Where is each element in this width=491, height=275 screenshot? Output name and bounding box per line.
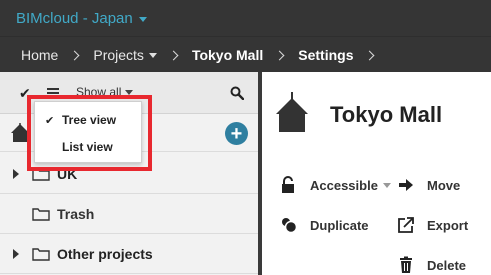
menu-item-label: List view: [62, 140, 113, 154]
chevron-right-icon: [168, 50, 179, 60]
search-icon[interactable]: [230, 86, 244, 100]
show-filter-label: Show all: [76, 85, 122, 99]
chevron-right-icon: [274, 50, 285, 60]
menu-item-tree-view[interactable]: ✔ Tree view: [35, 107, 143, 133]
breadcrumb-home[interactable]: Home: [21, 47, 58, 63]
menu-item-list-view[interactable]: List view: [35, 134, 143, 160]
add-project-button[interactable]: +: [225, 122, 248, 145]
chevron-down-icon: [148, 52, 157, 58]
export-button[interactable]: Export: [397, 216, 468, 234]
delete-button[interactable]: Delete: [397, 256, 466, 274]
breadcrumb-projects-label: Projects: [93, 47, 144, 63]
chevron-down-icon: [382, 182, 391, 188]
breadcrumb-project[interactable]: Tokyo Mall: [192, 47, 263, 63]
unlock-icon: [280, 176, 298, 194]
tree-row-label: Other projects: [57, 245, 153, 262]
folder-icon: [32, 167, 50, 181]
tree-row-label: Trash: [57, 205, 95, 222]
server-selector[interactable]: BIMcloud - Japan: [16, 10, 147, 27]
expand-arrow-icon[interactable]: [13, 168, 19, 179]
project-house-icon: [11, 123, 29, 142]
breadcrumb-projects[interactable]: Projects: [93, 47, 157, 63]
server-name: BIMcloud - Japan: [16, 10, 133, 27]
move-button[interactable]: Move: [397, 176, 460, 194]
project-title: Tokyo Mall: [330, 102, 443, 127]
folder-icon: [32, 247, 50, 261]
expand-arrow-icon[interactable]: [13, 248, 19, 259]
breadcrumb-settings[interactable]: Settings: [298, 47, 353, 63]
top-bar: BIMcloud - Japan: [0, 0, 491, 36]
trash-icon: [397, 256, 415, 274]
view-mode-icon[interactable]: [47, 88, 59, 97]
tree-row-label: UK: [57, 165, 78, 182]
duplicate-button[interactable]: Duplicate: [280, 216, 369, 234]
arrow-right-icon: [397, 176, 415, 194]
move-label: Move: [427, 177, 461, 193]
accessible-dropdown[interactable]: Accessible: [280, 176, 391, 194]
export-label: Export: [427, 217, 469, 233]
menu-item-label: Tree view: [62, 113, 117, 127]
tree-row-trash[interactable]: Trash: [0, 194, 258, 234]
show-filter-dropdown[interactable]: Show all: [76, 85, 134, 99]
project-detail-panel: Tokyo Mall Accessible Move Duplicate Exp…: [262, 72, 491, 275]
chevron-right-icon: [365, 50, 375, 60]
tree-row-other-projects[interactable]: Other projects: [0, 234, 258, 274]
accessible-label: Accessible: [310, 177, 378, 193]
breadcrumb: Home Projects Tokyo Mall Settings: [0, 36, 491, 72]
project-house-icon: [276, 92, 308, 132]
select-checkmark-icon[interactable]: ✔: [19, 85, 31, 102]
view-mode-menu: ✔ Tree view List view: [34, 101, 142, 163]
folder-icon: [32, 207, 50, 221]
duplicate-label: Duplicate: [310, 217, 369, 233]
project-actions: Accessible Move Duplicate Export Delete: [262, 172, 491, 275]
delete-label: Delete: [427, 257, 467, 273]
chevron-down-icon: [138, 16, 147, 22]
chevron-right-icon: [69, 50, 80, 60]
check-icon: ✔: [45, 114, 55, 127]
duplicate-icon: [280, 216, 298, 234]
chevron-down-icon: [125, 89, 134, 95]
export-icon: [397, 216, 415, 234]
